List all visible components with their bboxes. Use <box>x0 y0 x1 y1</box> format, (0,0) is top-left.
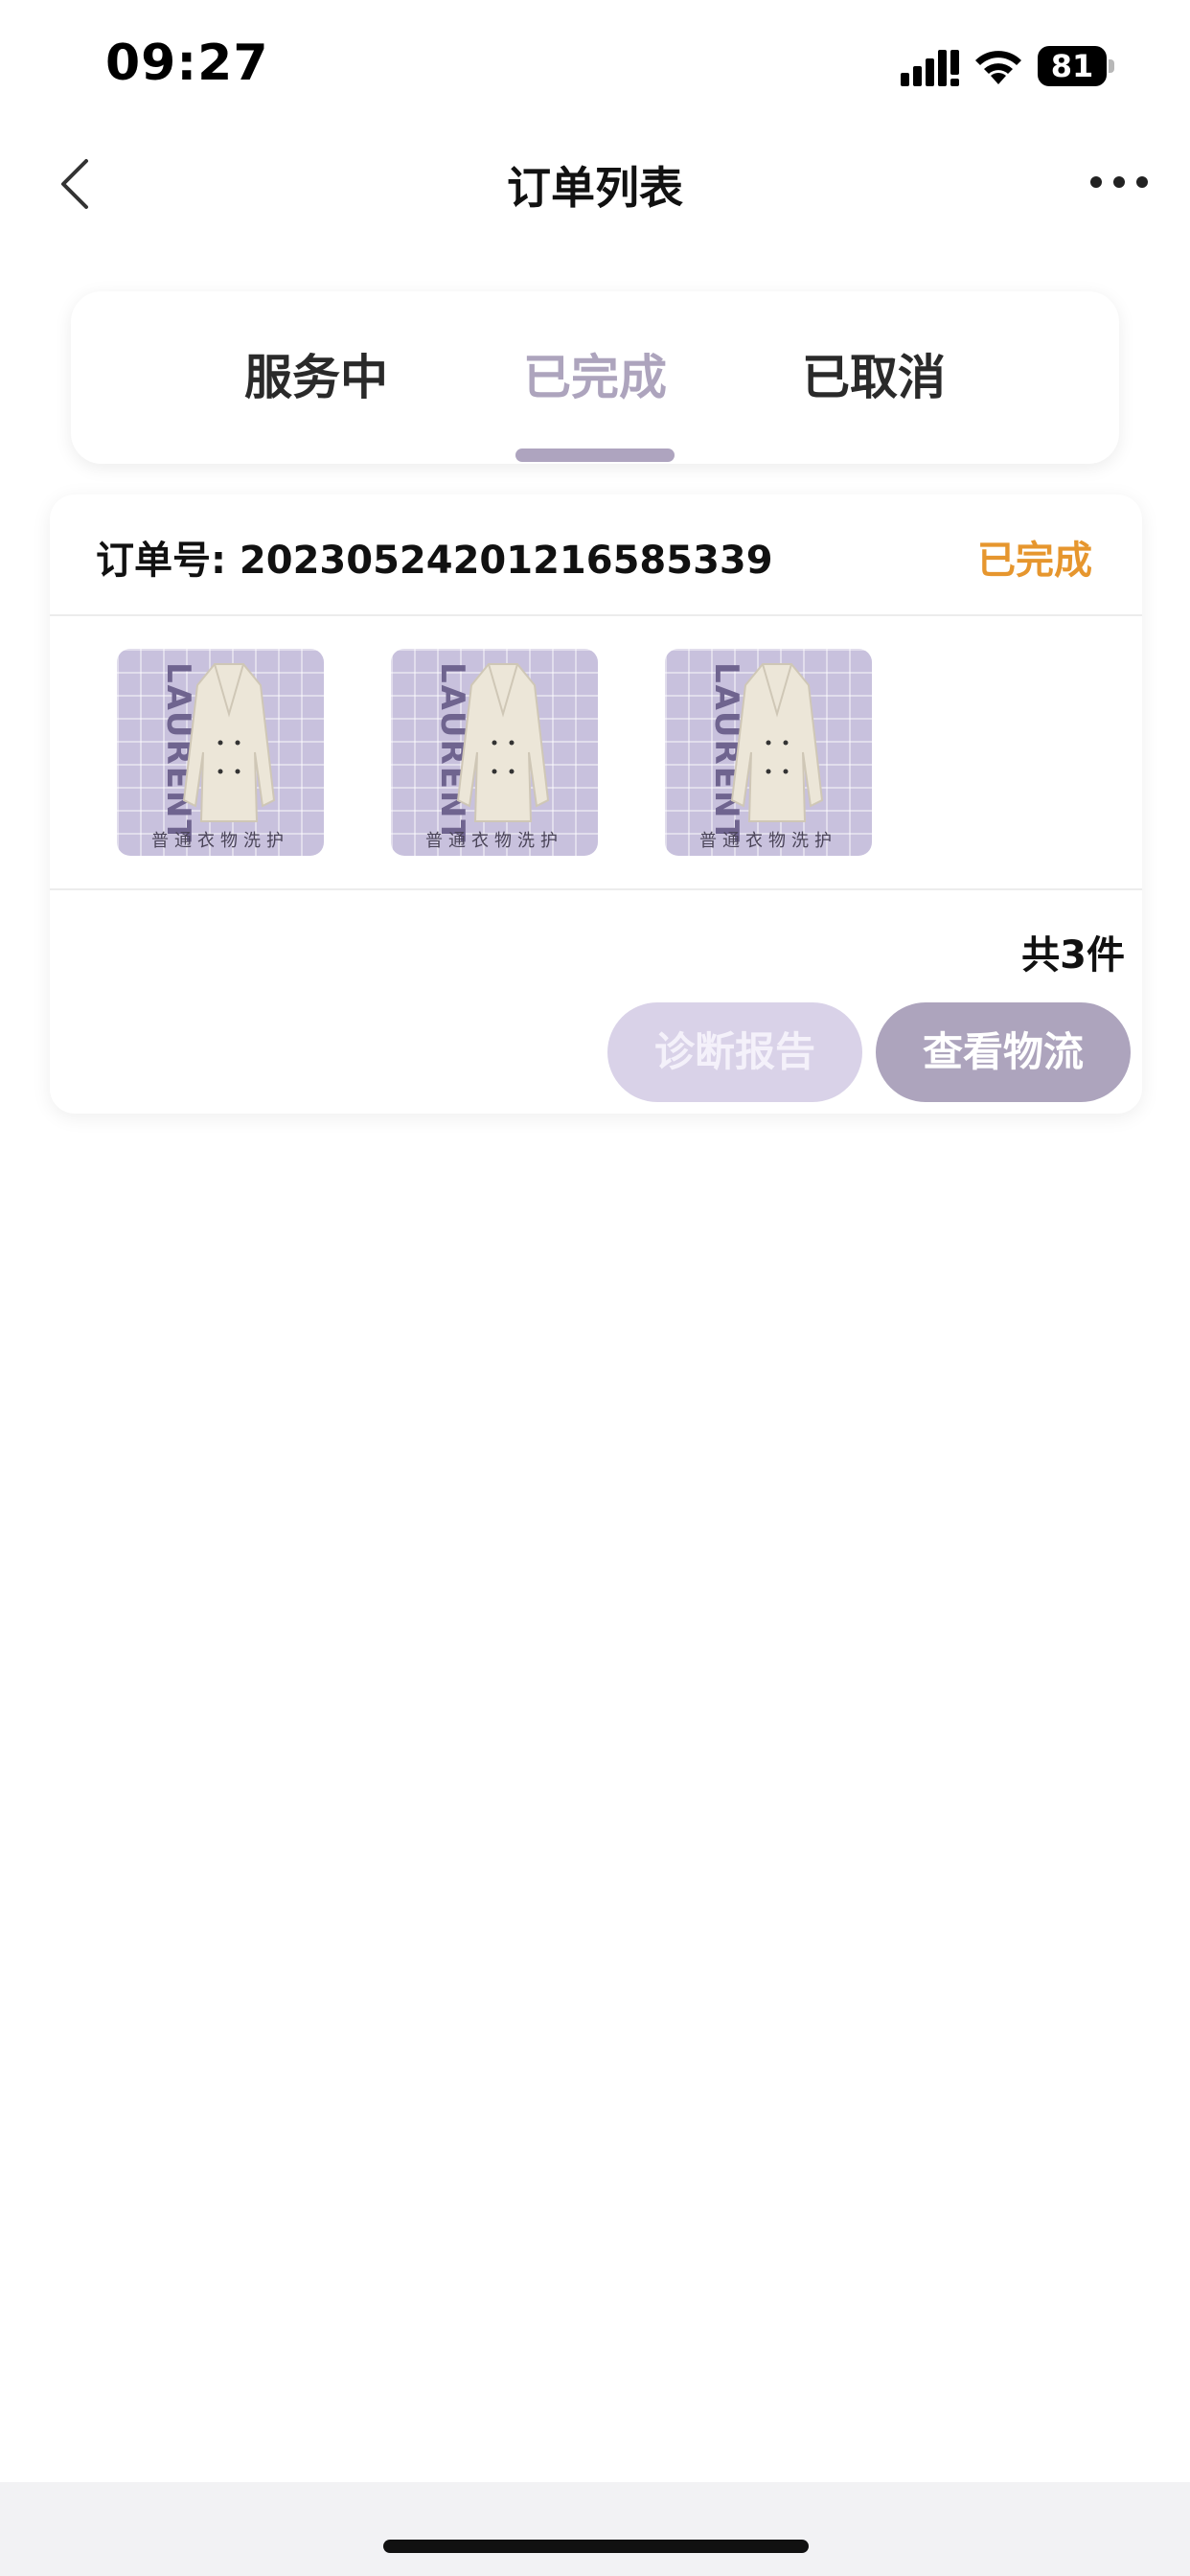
battery-icon: 81 <box>1038 46 1114 86</box>
bottom-safe-area <box>0 2482 1190 2576</box>
status-time: 09:27 <box>105 34 269 92</box>
order-number: 订单号: 20230524201216585339 <box>96 539 773 583</box>
active-tab-indicator <box>515 448 675 462</box>
product-thumbnail[interactable]: LAURENT 普通衣物洗护 <box>117 649 324 856</box>
view-logistics-button[interactable]: 查看物流 <box>876 1002 1131 1102</box>
order-header: 订单号: 20230524201216585339 已完成 <box>50 494 1142 616</box>
product-thumbnail[interactable]: LAURENT 普通衣物洗护 <box>391 649 598 856</box>
status-bar: 09:27 81 <box>0 0 1190 134</box>
order-card[interactable]: 订单号: 20230524201216585339 已完成 LAURENT 普通… <box>50 494 1142 1114</box>
cellular-signal-icon <box>901 50 959 86</box>
home-indicator[interactable] <box>383 2540 809 2553</box>
tab-cancelled[interactable]: 已取消 <box>730 291 1018 464</box>
diagnosis-report-button[interactable]: 诊断报告 <box>607 1002 862 1102</box>
more-options-icon[interactable] <box>1088 171 1150 194</box>
page-title: 订单列表 <box>507 162 683 214</box>
wifi-icon <box>975 51 1021 84</box>
product-caption: 普通衣物洗护 <box>425 831 563 851</box>
tab-completed[interactable]: 已完成 <box>451 291 739 464</box>
coat-image-icon <box>730 663 824 822</box>
order-status-tabs: 服务中 已完成 已取消 <box>71 291 1119 464</box>
item-count: 共3件 <box>1021 933 1125 978</box>
product-caption: 普通衣物洗护 <box>699 831 837 851</box>
order-status-badge: 已完成 <box>977 539 1092 583</box>
product-thumbnail[interactable]: LAURENT 普通衣物洗护 <box>665 649 872 856</box>
product-caption: 普通衣物洗护 <box>151 831 289 851</box>
nav-bar: 订单列表 <box>0 134 1190 230</box>
product-list: LAURENT 普通衣物洗护 LAURENT 普通衣物洗护 LAURENT 普通… <box>50 618 1142 890</box>
battery-level: 81 <box>1038 46 1107 86</box>
coat-image-icon <box>456 663 550 822</box>
tab-in-service[interactable]: 服务中 <box>172 291 460 464</box>
coat-image-icon <box>182 663 276 822</box>
